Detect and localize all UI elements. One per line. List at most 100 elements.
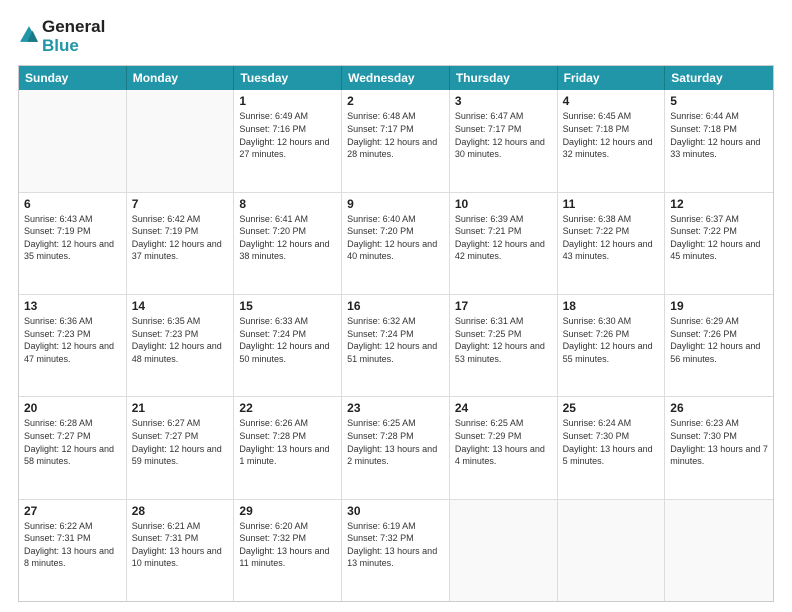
day-number: 21: [132, 401, 229, 415]
cell-info: Sunrise: 6:31 AMSunset: 7:25 PMDaylight:…: [455, 315, 552, 365]
cell-info: Sunrise: 6:24 AMSunset: 7:30 PMDaylight:…: [563, 417, 660, 467]
day-header-sunday: Sunday: [19, 66, 127, 90]
calendar-cell: 4Sunrise: 6:45 AMSunset: 7:18 PMDaylight…: [558, 90, 666, 191]
calendar-cell: 29 Sunrise: 6:20 AMSunset: 7:32 PMDayligh…: [234, 500, 342, 601]
day-number: 22: [239, 401, 336, 415]
cell-info: Sunrise: 6:21 AMSunset: 7:31 PMDaylight:…: [132, 520, 229, 570]
cell-info: Sunrise: 6:32 AMSunset: 7:24 PMDaylight:…: [347, 315, 444, 365]
day-number: 16: [347, 299, 444, 313]
day-number: 13: [24, 299, 121, 313]
day-number: 1: [239, 94, 336, 108]
cell-info: Sunrise: 6:39 AMSunset: 7:21 PMDaylight:…: [455, 213, 552, 263]
calendar-cell: 5 Sunrise: 6:44 AMSunset: 7:18 PMDaylight…: [665, 90, 773, 191]
calendar-cell: 20 Sunrise: 6:28 AMSunset: 7:27 PMDayligh…: [19, 397, 127, 498]
day-number: 14: [132, 299, 229, 313]
day-number: 7: [132, 197, 229, 211]
cell-info: Sunrise: 6:19 AMSunset: 7:32 PMDaylight:…: [347, 520, 444, 570]
day-number: 10: [455, 197, 552, 211]
calendar-cell: [19, 90, 127, 191]
calendar-cell: 17 Sunrise: 6:31 AMSunset: 7:25 PMDayligh…: [450, 295, 558, 396]
calendar-cell: 23 Sunrise: 6:25 AMSunset: 7:28 PMDayligh…: [342, 397, 450, 498]
cell-info: Sunrise: 6:35 AMSunset: 7:23 PMDaylight:…: [132, 315, 229, 365]
day-number: 8: [239, 197, 336, 211]
cell-info: Sunrise: 6:41 AMSunset: 7:20 PMDaylight:…: [239, 213, 336, 263]
cell-info: Sunrise: 6:27 AMSunset: 7:27 PMDaylight:…: [132, 417, 229, 467]
calendar-cell: 13 Sunrise: 6:36 AMSunset: 7:23 PMDayligh…: [19, 295, 127, 396]
cell-info: Sunrise: 6:25 AMSunset: 7:28 PMDaylight:…: [347, 417, 444, 467]
cell-info: Sunrise: 6:47 AMSunset: 7:17 PMDaylight:…: [455, 110, 552, 160]
cell-info: Sunrise: 6:49 AMSunset: 7:16 PMDaylight:…: [239, 110, 336, 160]
calendar-cell: 19Sunrise: 6:29 AMSunset: 7:26 PMDayligh…: [665, 295, 773, 396]
calendar: SundayMondayTuesdayWednesdayThursdayFrid…: [18, 65, 774, 602]
cell-info: Sunrise: 6:22 AMSunset: 7:31 PMDaylight:…: [24, 520, 121, 570]
cell-info: Sunrise: 6:25 AMSunset: 7:29 PMDaylight:…: [455, 417, 552, 467]
day-number: 25: [563, 401, 660, 415]
calendar-cell: 12 Sunrise: 6:37 AMSunset: 7:22 PMDayligh…: [665, 193, 773, 294]
day-number: 4: [563, 94, 660, 108]
calendar-cell: [558, 500, 666, 601]
day-number: 17: [455, 299, 552, 313]
calendar-row-1: 1 Sunrise: 6:49 AMSunset: 7:16 PMDaylight…: [19, 90, 773, 191]
day-header-monday: Monday: [127, 66, 235, 90]
day-header-wednesday: Wednesday: [342, 66, 450, 90]
calendar-cell: 10 Sunrise: 6:39 AMSunset: 7:21 PMDayligh…: [450, 193, 558, 294]
day-number: 5: [670, 94, 768, 108]
day-number: 9: [347, 197, 444, 211]
calendar-row-3: 13 Sunrise: 6:36 AMSunset: 7:23 PMDayligh…: [19, 294, 773, 396]
cell-info: Sunrise: 6:28 AMSunset: 7:27 PMDaylight:…: [24, 417, 121, 467]
day-number: 6: [24, 197, 121, 211]
day-number: 30: [347, 504, 444, 518]
day-header-saturday: Saturday: [665, 66, 773, 90]
day-number: 24: [455, 401, 552, 415]
calendar-header: SundayMondayTuesdayWednesdayThursdayFrid…: [19, 66, 773, 90]
day-number: 3: [455, 94, 552, 108]
cell-info: Sunrise: 6:20 AMSunset: 7:32 PMDaylight:…: [239, 520, 336, 570]
calendar-cell: 21 Sunrise: 6:27 AMSunset: 7:27 PMDayligh…: [127, 397, 235, 498]
cell-info: Sunrise: 6:40 AMSunset: 7:20 PMDaylight:…: [347, 213, 444, 263]
day-number: 20: [24, 401, 121, 415]
calendar-cell: 16 Sunrise: 6:32 AMSunset: 7:24 PMDayligh…: [342, 295, 450, 396]
calendar-body: 1 Sunrise: 6:49 AMSunset: 7:16 PMDaylight…: [19, 90, 773, 601]
day-header-tuesday: Tuesday: [234, 66, 342, 90]
calendar-cell: 8 Sunrise: 6:41 AMSunset: 7:20 PMDaylight…: [234, 193, 342, 294]
calendar-cell: 2 Sunrise: 6:48 AMSunset: 7:17 PMDaylight…: [342, 90, 450, 191]
day-number: 26: [670, 401, 768, 415]
calendar-cell: [665, 500, 773, 601]
day-number: 23: [347, 401, 444, 415]
day-header-thursday: Thursday: [450, 66, 558, 90]
calendar-cell: 15Sunrise: 6:33 AMSunset: 7:24 PMDayligh…: [234, 295, 342, 396]
page: General Blue SundayMondayTuesdayWednesda…: [0, 0, 792, 612]
calendar-cell: 18 Sunrise: 6:30 AMSunset: 7:26 PMDayligh…: [558, 295, 666, 396]
day-number: 19: [670, 299, 768, 313]
day-number: 28: [132, 504, 229, 518]
day-number: 2: [347, 94, 444, 108]
cell-info: Sunrise: 6:43 AMSunset: 7:19 PMDaylight:…: [24, 213, 121, 263]
calendar-cell: 3 Sunrise: 6:47 AMSunset: 7:17 PMDaylight…: [450, 90, 558, 191]
cell-info: Sunrise: 6:42 AMSunset: 7:19 PMDaylight:…: [132, 213, 229, 263]
cell-info: Sunrise: 6:23 AMSunset: 7:30 PMDaylight:…: [670, 417, 768, 467]
day-number: 29: [239, 504, 336, 518]
calendar-row-5: 27Sunrise: 6:22 AMSunset: 7:31 PMDayligh…: [19, 499, 773, 601]
calendar-cell: 27Sunrise: 6:22 AMSunset: 7:31 PMDayligh…: [19, 500, 127, 601]
day-number: 18: [563, 299, 660, 313]
calendar-cell: 26 Sunrise: 6:23 AMSunset: 7:30 PMDayligh…: [665, 397, 773, 498]
calendar-row-4: 20 Sunrise: 6:28 AMSunset: 7:27 PMDayligh…: [19, 396, 773, 498]
cell-info: Sunrise: 6:30 AMSunset: 7:26 PMDaylight:…: [563, 315, 660, 365]
logo-line2: Blue: [42, 37, 105, 56]
calendar-cell: 1 Sunrise: 6:49 AMSunset: 7:16 PMDaylight…: [234, 90, 342, 191]
header: General Blue: [18, 18, 774, 55]
cell-info: Sunrise: 6:38 AMSunset: 7:22 PMDaylight:…: [563, 213, 660, 263]
day-number: 12: [670, 197, 768, 211]
calendar-cell: 30 Sunrise: 6:19 AMSunset: 7:32 PMDayligh…: [342, 500, 450, 601]
day-number: 11: [563, 197, 660, 211]
calendar-cell: 9 Sunrise: 6:40 AMSunset: 7:20 PMDaylight…: [342, 193, 450, 294]
cell-info: Sunrise: 6:44 AMSunset: 7:18 PMDaylight:…: [670, 110, 768, 160]
cell-info: Sunrise: 6:33 AMSunset: 7:24 PMDaylight:…: [239, 315, 336, 365]
day-header-friday: Friday: [558, 66, 666, 90]
cell-info: Sunrise: 6:48 AMSunset: 7:17 PMDaylight:…: [347, 110, 444, 160]
cell-info: Sunrise: 6:37 AMSunset: 7:22 PMDaylight:…: [670, 213, 768, 263]
cell-info: Sunrise: 6:36 AMSunset: 7:23 PMDaylight:…: [24, 315, 121, 365]
calendar-row-2: 6 Sunrise: 6:43 AMSunset: 7:19 PMDaylight…: [19, 192, 773, 294]
calendar-cell: 25 Sunrise: 6:24 AMSunset: 7:30 PMDayligh…: [558, 397, 666, 498]
calendar-cell: 7 Sunrise: 6:42 AMSunset: 7:19 PMDaylight…: [127, 193, 235, 294]
